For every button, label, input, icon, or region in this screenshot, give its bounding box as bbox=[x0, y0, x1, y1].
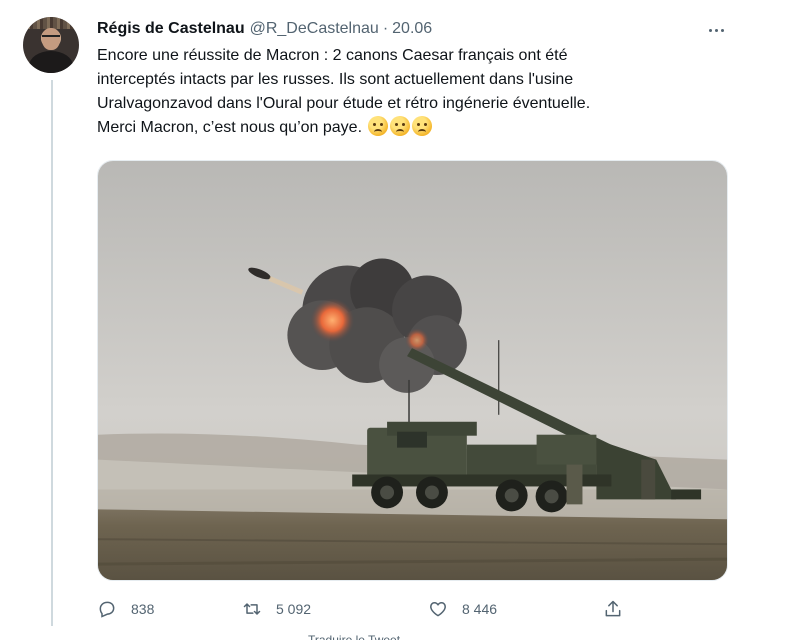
avatar-glasses bbox=[42, 35, 60, 39]
reply-button[interactable]: 838 bbox=[97, 597, 154, 621]
worried-face-icon bbox=[412, 116, 433, 136]
reply-count: 838 bbox=[131, 601, 155, 617]
author-handle[interactable]: @R_DeCastelnau bbox=[250, 20, 379, 38]
more-dot-icon bbox=[714, 28, 718, 32]
tweet-text-line: Encore une réussite de Macron : 2 canons… bbox=[97, 47, 568, 64]
tweet-header: Régis de Castelnau @R_DeCastelnau · 20.0… bbox=[97, 18, 432, 40]
translate-tweet-link[interactable]: Traduire le Tweet bbox=[308, 631, 400, 640]
tweet-actions: 838 5 092 8 446 bbox=[97, 597, 637, 621]
author-name[interactable]: Régis de Castelnau bbox=[97, 20, 245, 38]
share-icon bbox=[605, 600, 621, 617]
reply-icon bbox=[99, 601, 115, 618]
like-button[interactable]: 8 446 bbox=[428, 597, 497, 621]
avatar[interactable] bbox=[23, 17, 79, 73]
tweet-text-line: Uralvagonzavod dans l'Oural pour étude e… bbox=[97, 95, 591, 112]
howitzer-photo bbox=[98, 161, 727, 580]
tweet-text-line-last: Merci Macron, c’est nous qu’on paye. bbox=[97, 116, 747, 140]
tweet-text: Encore une réussite de Macron : 2 canons… bbox=[97, 44, 747, 140]
tweet[interactable]: Régis de Castelnau @R_DeCastelnau · 20.0… bbox=[0, 0, 792, 640]
tweet-text-line: Merci Macron, c’est nous qu’on paye. bbox=[97, 119, 363, 136]
tweet-text-line: interceptés intacts par les russes. Ils … bbox=[97, 71, 574, 88]
avatar-face bbox=[42, 28, 60, 50]
retweet-icon bbox=[243, 603, 261, 615]
share-button[interactable] bbox=[603, 597, 637, 621]
retweet-button[interactable]: 5 092 bbox=[242, 597, 311, 621]
worried-face-icon bbox=[390, 116, 411, 136]
retweet-count: 5 092 bbox=[276, 601, 312, 617]
more-dot-icon bbox=[708, 28, 712, 32]
more-dot-icon bbox=[720, 28, 724, 32]
more-options-button[interactable] bbox=[704, 20, 728, 40]
like-count: 8 446 bbox=[462, 601, 498, 617]
worried-face-icon bbox=[368, 116, 389, 136]
tweet-date[interactable]: 20.06 bbox=[392, 20, 432, 38]
avatar-shoulders bbox=[29, 51, 73, 73]
separator: · bbox=[382, 20, 389, 37]
thread-line bbox=[51, 80, 53, 626]
tweet-media-image[interactable] bbox=[97, 160, 728, 581]
heart-icon bbox=[430, 602, 446, 617]
